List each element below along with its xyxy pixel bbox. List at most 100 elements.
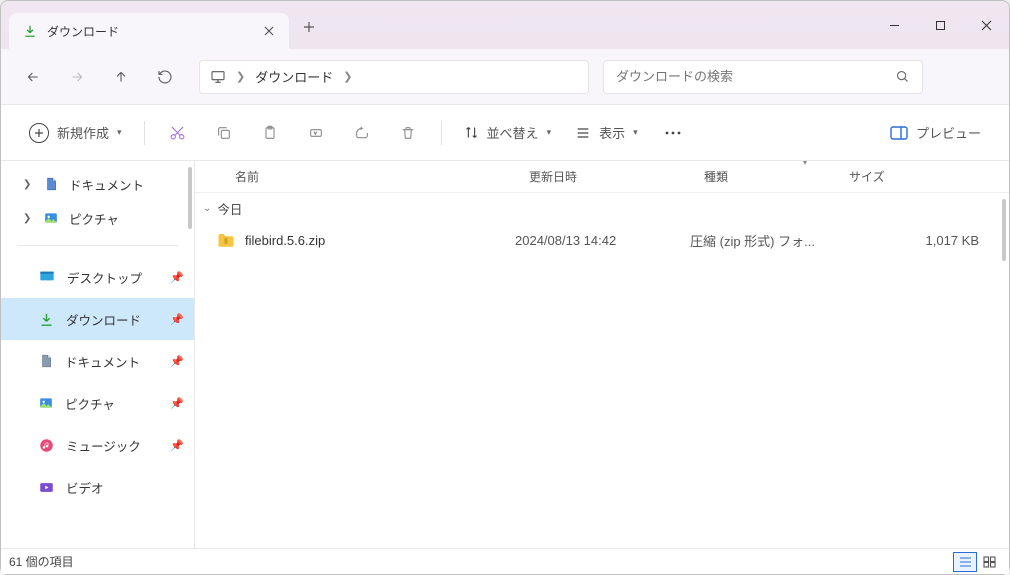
download-icon bbox=[39, 312, 54, 327]
pin-icon: 📌 bbox=[170, 439, 184, 452]
pictures-icon bbox=[39, 396, 53, 410]
list-icon bbox=[575, 125, 591, 141]
sort-indicator-icon: ▾ bbox=[803, 161, 807, 167]
pin-icon: 📌 bbox=[170, 313, 184, 326]
quick-label: ダウンロード bbox=[66, 310, 141, 329]
column-headers: 名前 更新日時 ▾ 種類 サイズ bbox=[195, 161, 1009, 193]
quick-label: ドキュメント bbox=[65, 352, 140, 371]
quick-downloads[interactable]: ダウンロード 📌 bbox=[1, 298, 194, 340]
document-icon bbox=[43, 177, 59, 191]
preview-button[interactable]: プレビュー bbox=[880, 115, 991, 151]
new-button[interactable]: 新規作成 ▾ bbox=[19, 115, 132, 151]
thumbnails-view-button[interactable] bbox=[977, 552, 1001, 572]
preview-label: プレビュー bbox=[916, 123, 981, 142]
close-button[interactable] bbox=[963, 5, 1009, 45]
quick-label: ビデオ bbox=[66, 478, 104, 497]
cut-button[interactable] bbox=[157, 115, 199, 151]
file-date: 2024/08/13 14:42 bbox=[515, 233, 690, 248]
chevron-right-icon: ❯ bbox=[23, 179, 33, 190]
quick-music[interactable]: ミュージック 📌 bbox=[1, 424, 194, 466]
group-label: 今日 bbox=[217, 199, 242, 218]
minimize-button[interactable] bbox=[871, 5, 917, 45]
breadcrumb-seg[interactable]: ダウンロード bbox=[255, 67, 333, 86]
zip-folder-icon bbox=[217, 232, 235, 248]
pin-icon: 📌 bbox=[170, 355, 184, 368]
search-input[interactable] bbox=[616, 69, 895, 84]
col-size[interactable]: サイズ bbox=[835, 168, 1009, 185]
new-label: 新規作成 bbox=[57, 123, 109, 142]
titlebar: ダウンロード bbox=[1, 1, 1009, 49]
chevron-right-icon[interactable]: ❯ bbox=[236, 70, 245, 83]
sort-button[interactable]: 並べ替え ▾ bbox=[454, 115, 562, 151]
quick-label: ミュージック bbox=[66, 436, 141, 455]
paste-button[interactable] bbox=[249, 115, 291, 151]
new-tab-button[interactable] bbox=[289, 21, 329, 33]
tree-label: ピクチャ bbox=[69, 209, 119, 228]
separator bbox=[17, 245, 178, 246]
quick-documents[interactable]: ドキュメント 📌 bbox=[1, 340, 194, 382]
tree-item-pictures[interactable]: ❯ ピクチャ bbox=[1, 201, 194, 235]
status-bar: 61 個の項目 bbox=[1, 548, 1009, 574]
separator bbox=[144, 121, 145, 145]
forward-button[interactable] bbox=[57, 59, 97, 95]
col-type[interactable]: 種類 bbox=[690, 168, 835, 185]
up-button[interactable] bbox=[101, 59, 141, 95]
file-type: 圧縮 (zip 形式) フォ... bbox=[690, 231, 835, 250]
quick-desktop[interactable]: デスクトップ 📌 bbox=[1, 256, 194, 298]
pin-icon: 📌 bbox=[170, 271, 184, 284]
window-controls bbox=[871, 5, 1009, 45]
col-name[interactable]: 名前 bbox=[195, 168, 515, 185]
main-scrollbar[interactable] bbox=[1002, 199, 1006, 261]
details-view-button[interactable] bbox=[953, 552, 977, 572]
address-bar[interactable]: ❯ ダウンロード ❯ bbox=[199, 60, 589, 94]
more-button[interactable] bbox=[652, 115, 694, 151]
maximize-button[interactable] bbox=[917, 5, 963, 45]
sort-label: 並べ替え bbox=[487, 123, 539, 142]
sort-icon bbox=[464, 125, 479, 140]
refresh-button[interactable] bbox=[145, 59, 185, 95]
tab-close-button[interactable] bbox=[259, 21, 279, 41]
tab-title: ダウンロード bbox=[47, 23, 249, 40]
chevron-right-icon[interactable]: ❯ bbox=[343, 70, 352, 83]
toolbar: 新規作成 ▾ 並べ替え ▾ 表示 ▾ プレビュー bbox=[1, 105, 1009, 161]
search-icon[interactable] bbox=[895, 69, 910, 84]
chevron-down-icon: ▾ bbox=[633, 127, 638, 138]
quick-label: デスクトップ bbox=[67, 268, 142, 287]
preview-pane-icon bbox=[890, 126, 908, 140]
tree-label: ドキュメント bbox=[69, 175, 144, 194]
chevron-down-icon: ⌄ bbox=[203, 203, 211, 214]
desktop-icon bbox=[39, 269, 55, 285]
navbar: ❯ ダウンロード ❯ bbox=[1, 49, 1009, 105]
quick-label: ピクチャ bbox=[65, 394, 115, 413]
separator bbox=[441, 121, 442, 145]
video-icon bbox=[39, 480, 54, 495]
quick-video[interactable]: ビデオ bbox=[1, 466, 194, 508]
chevron-down-icon: ▾ bbox=[547, 127, 552, 138]
tab[interactable]: ダウンロード bbox=[9, 13, 289, 49]
sidebar-scrollbar[interactable] bbox=[188, 167, 192, 229]
file-row[interactable]: filebird.5.6.zip 2024/08/13 14:42 圧縮 (zi… bbox=[195, 223, 1009, 257]
download-icon bbox=[23, 24, 37, 38]
plus-circle-icon bbox=[29, 123, 49, 143]
group-header[interactable]: ⌄ 今日 bbox=[195, 193, 1009, 223]
col-date[interactable]: 更新日時 bbox=[515, 168, 690, 185]
chevron-down-icon: ▾ bbox=[117, 127, 122, 138]
quick-pictures[interactable]: ピクチャ 📌 bbox=[1, 382, 194, 424]
pin-icon: 📌 bbox=[170, 397, 184, 410]
share-button[interactable] bbox=[341, 115, 383, 151]
item-count: 61 個の項目 bbox=[9, 553, 74, 570]
rename-button[interactable] bbox=[295, 115, 337, 151]
search-box[interactable] bbox=[603, 60, 923, 94]
back-button[interactable] bbox=[13, 59, 53, 95]
copy-button[interactable] bbox=[203, 115, 245, 151]
file-size: 1,017 KB bbox=[835, 233, 1009, 248]
view-button[interactable]: 表示 ▾ bbox=[565, 115, 648, 151]
music-icon bbox=[39, 438, 54, 453]
body: ❯ ドキュメント ❯ ピクチャ デスクトップ 📌 ダウンロード 📌 ドキュメント… bbox=[1, 161, 1009, 548]
tree-item-documents[interactable]: ❯ ドキュメント bbox=[1, 167, 194, 201]
chevron-right-icon: ❯ bbox=[23, 213, 33, 224]
main-area: 名前 更新日時 ▾ 種類 サイズ ⌄ 今日 filebird.5.6.zip 2… bbox=[195, 161, 1009, 548]
delete-button[interactable] bbox=[387, 115, 429, 151]
view-label: 表示 bbox=[599, 123, 625, 142]
document-icon bbox=[39, 354, 53, 368]
